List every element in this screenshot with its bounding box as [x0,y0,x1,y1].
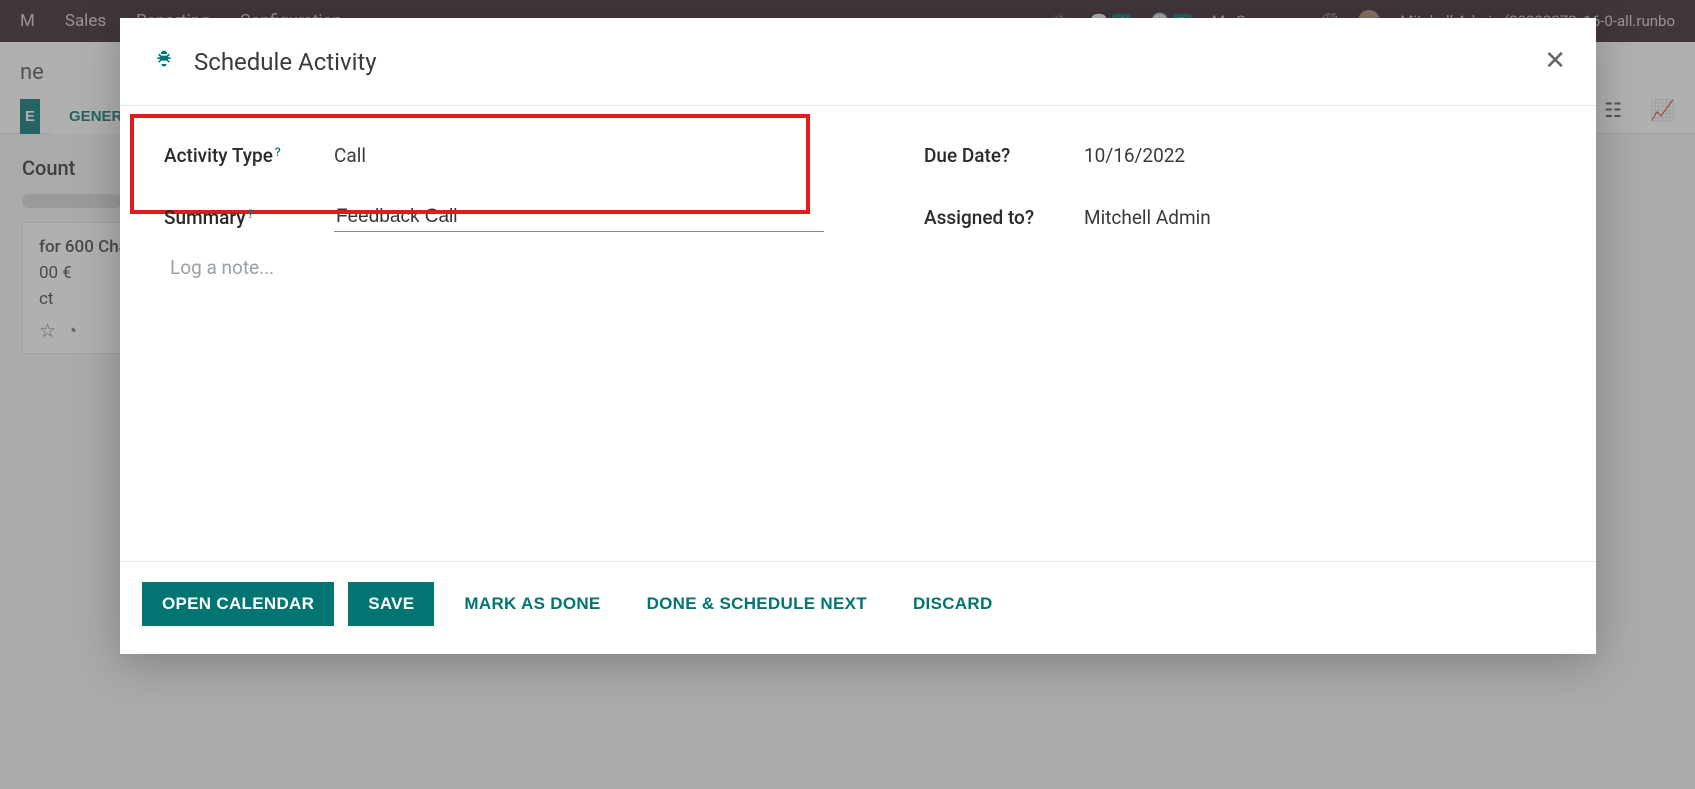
open-calendar-button[interactable]: OPEN CALENDAR [142,582,334,626]
assigned-to-value[interactable]: Mitchell Admin [1084,206,1211,229]
modal-title: Schedule Activity [194,48,377,76]
activity-type-row: Activity Type? Call [164,134,884,176]
assigned-to-label: Assigned to? [924,206,1084,229]
note-input[interactable]: Log a note... [164,252,1562,283]
activity-type-label: Activity Type? [164,144,334,167]
bug-icon[interactable] [154,49,174,75]
modal-footer: OPEN CALENDAR SAVE MARK AS DONE DONE & S… [120,561,1596,654]
done-and-schedule-next-button[interactable]: DONE & SCHEDULE NEXT [631,582,883,626]
mark-as-done-button[interactable]: MARK AS DONE [448,582,616,626]
close-icon[interactable]: ✕ [1544,48,1566,74]
due-date-row: Due Date? 10/16/2022 [924,134,1562,176]
assigned-to-row: Assigned to? Mitchell Admin [924,196,1562,238]
due-date-label: Due Date? [924,144,1084,167]
modal-body: Activity Type? Call Due Date? 10/16/2022… [120,106,1596,561]
discard-button[interactable]: DISCARD [897,582,1009,626]
activity-type-value[interactable]: Call [334,144,366,167]
summary-row: Summary? [164,196,884,238]
schedule-activity-modal: Schedule Activity ✕ Activity Type? Call … [120,18,1596,654]
due-date-value[interactable]: 10/16/2022 [1084,144,1185,167]
save-button[interactable]: SAVE [348,582,434,626]
modal-header: Schedule Activity ✕ [120,18,1596,106]
summary-label: Summary? [164,206,334,229]
summary-input[interactable] [334,203,824,232]
